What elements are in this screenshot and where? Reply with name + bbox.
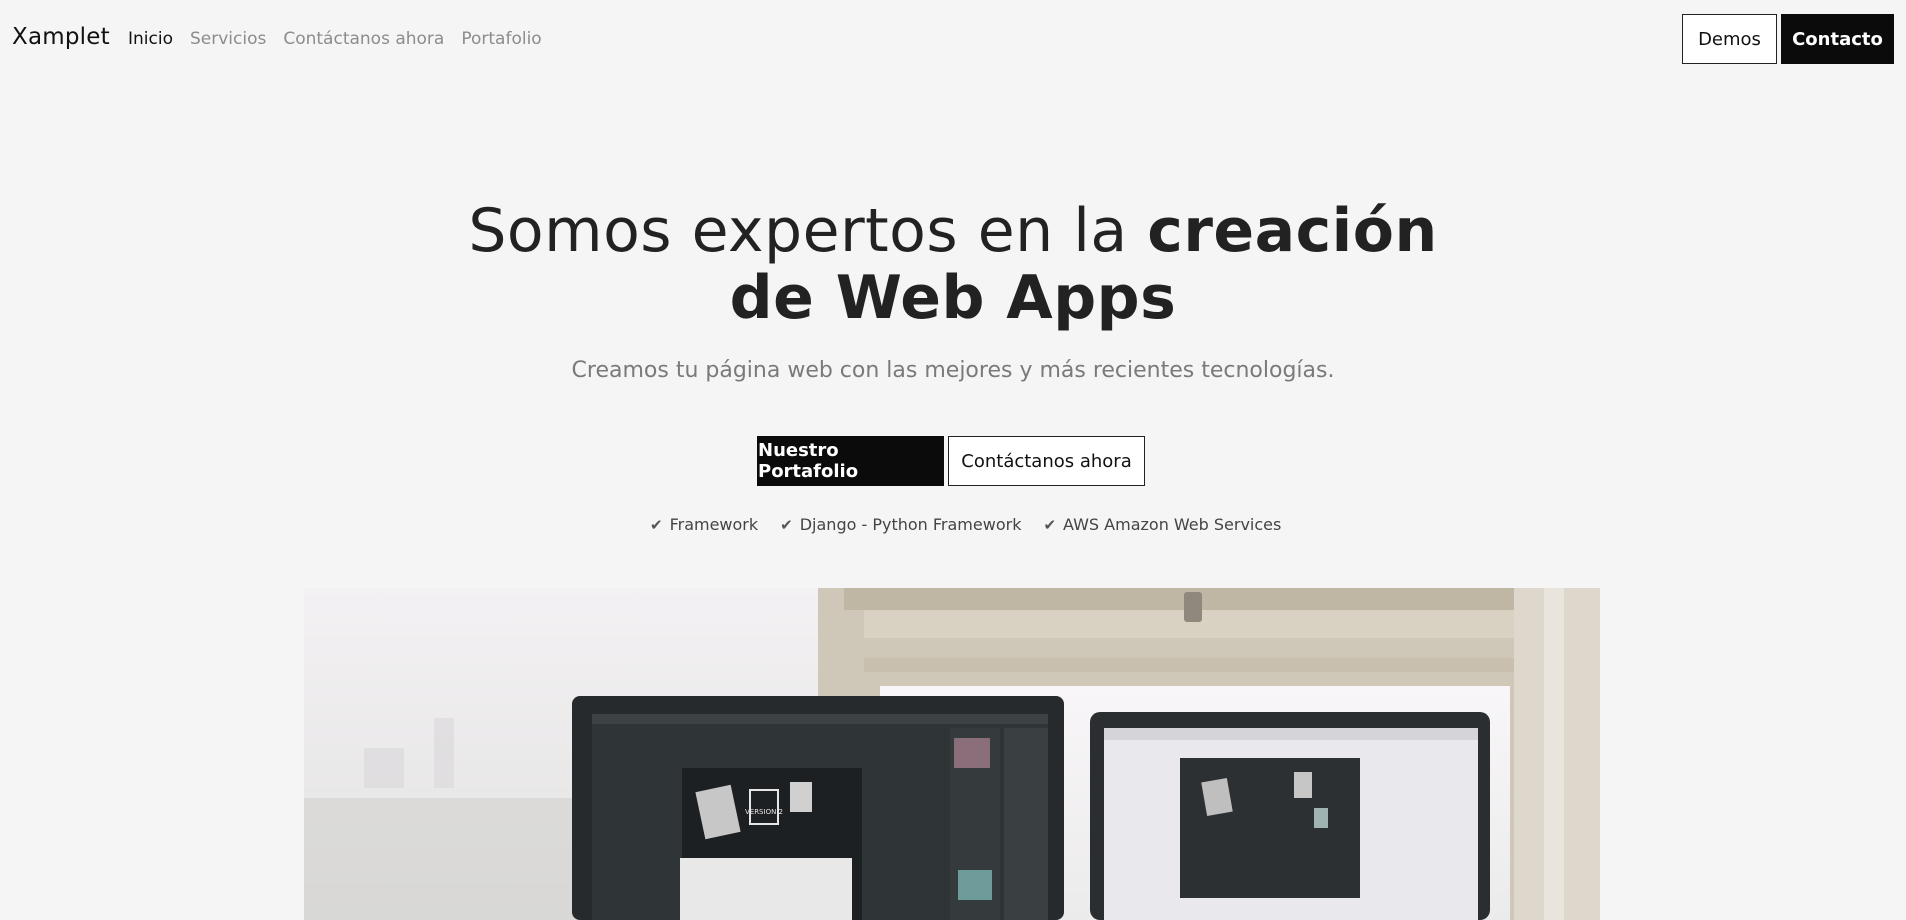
feature-label: Framework bbox=[669, 515, 759, 534]
feature-label: AWS Amazon Web Services bbox=[1063, 515, 1282, 534]
nav-links: Inicio Servicios Contáctanos ahora Porta… bbox=[128, 29, 542, 49]
feature-item: ✔ Framework bbox=[650, 515, 758, 534]
screen-version-text: VERSION 2 bbox=[745, 808, 783, 816]
nav-link-portafolio[interactable]: Portafolio bbox=[461, 29, 541, 49]
hero-cta-row: Nuestro Portafolio Contáctanos ahora bbox=[757, 436, 1145, 486]
brand-logo[interactable]: Xamplet bbox=[12, 24, 110, 50]
hero-subtitle: Creamos tu página web con las mejores y … bbox=[571, 358, 1335, 383]
hero-title-bold-1: creación bbox=[1147, 196, 1438, 266]
check-icon: ✔ bbox=[780, 515, 793, 534]
feature-item: ✔ Django - Python Framework bbox=[780, 515, 1021, 534]
contacto-button[interactable]: Contacto bbox=[1781, 14, 1894, 64]
hero-image: VERSION 2 bbox=[304, 588, 1600, 920]
top-navbar: Xamplet Inicio Servicios Contáctanos aho… bbox=[0, 0, 1906, 78]
contact-now-button[interactable]: Contáctanos ahora bbox=[948, 436, 1145, 486]
hero-title-bold-2: de Web Apps bbox=[729, 263, 1177, 333]
nav-link-servicios[interactable]: Servicios bbox=[190, 29, 266, 49]
hero-title-regular: Somos expertos en la bbox=[468, 196, 1128, 266]
feature-item: ✔ AWS Amazon Web Services bbox=[1043, 515, 1281, 534]
nav-actions: Demos Contacto bbox=[1682, 14, 1894, 64]
check-icon: ✔ bbox=[650, 515, 663, 534]
workspace-photo: VERSION 2 bbox=[304, 588, 1600, 920]
portfolio-button[interactable]: Nuestro Portafolio bbox=[757, 436, 944, 486]
nav-link-contactanos[interactable]: Contáctanos ahora bbox=[283, 29, 444, 49]
check-icon: ✔ bbox=[1043, 515, 1057, 534]
feature-label: Django - Python Framework bbox=[799, 515, 1022, 534]
nav-link-inicio[interactable]: Inicio bbox=[128, 29, 173, 49]
demos-button[interactable]: Demos bbox=[1682, 14, 1777, 64]
hero-title: Somos expertos en la creación de Web App… bbox=[0, 198, 1906, 332]
feature-list: ✔ Framework ✔ Django - Python Framework … bbox=[650, 515, 1281, 534]
